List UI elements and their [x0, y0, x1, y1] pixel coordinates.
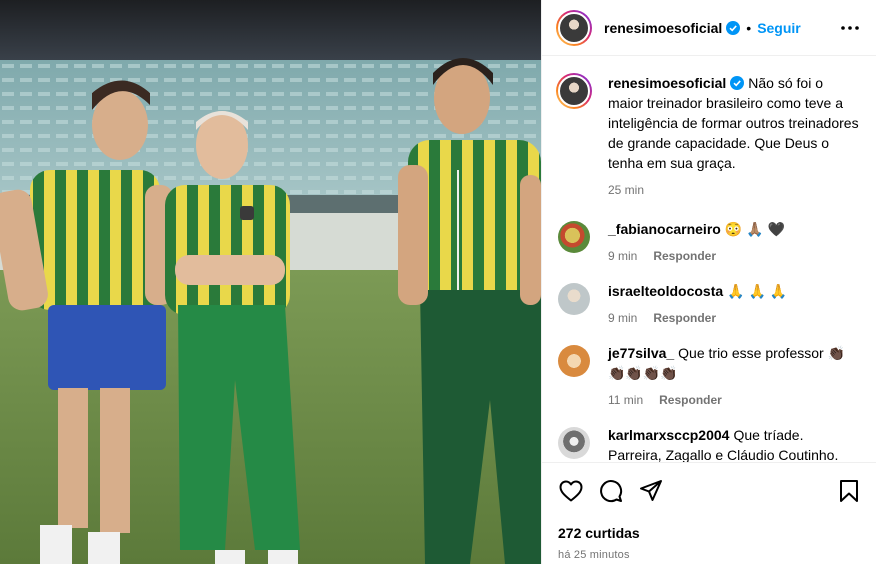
caption-time[interactable]: 25 min — [608, 183, 644, 197]
commenter-avatar[interactable] — [558, 283, 590, 315]
post-header: renesimoesoficial • Seguir — [542, 0, 876, 56]
follow-button[interactable]: Seguir — [757, 20, 801, 36]
author-avatar[interactable] — [556, 9, 592, 46]
post-timestamp[interactable]: há 25 minutos — [558, 549, 862, 561]
commenter-avatar[interactable] — [558, 221, 590, 253]
comment-icon[interactable] — [598, 478, 624, 504]
reply-button[interactable]: Responder — [653, 249, 716, 263]
post-caption: renesimoesoficial Não só foi o maior trei… — [556, 73, 860, 197]
comment-time[interactable]: 9 min — [608, 311, 637, 325]
comment-item: _fabianocarneiro 😳 🙏🏽 🖤 9 min Responder — [556, 219, 860, 263]
likes-count[interactable]: 272 curtidas — [558, 525, 862, 541]
post-photo-illustration — [0, 0, 541, 564]
comment-item: je77silva_ Que trio esse professor 👏🏿👏🏿👏🏿… — [556, 343, 860, 407]
comment-time[interactable]: 11 min — [608, 393, 643, 407]
reply-button[interactable]: Responder — [653, 311, 716, 325]
comment-time[interactable]: 9 min — [608, 249, 637, 263]
verified-badge-icon — [726, 20, 741, 35]
commenter-avatar[interactable] — [558, 427, 590, 459]
share-icon[interactable] — [638, 478, 664, 504]
comment-item: karlmarxsccp2004 Que tríade. Parreira, Za… — [556, 425, 860, 462]
caption-avatar[interactable] — [556, 73, 592, 109]
comment-username[interactable]: je77silva_ — [608, 345, 674, 361]
comment-text: 😳 🙏🏽 🖤 — [724, 221, 785, 237]
comment-username[interactable]: israelteoldocosta — [608, 283, 723, 299]
more-options-icon[interactable] — [838, 16, 862, 40]
post-actions: 272 curtidas há 25 minutos — [542, 462, 876, 561]
comment-username[interactable]: karlmarxsccp2004 — [608, 427, 729, 443]
comments-list[interactable]: renesimoesoficial Não só foi o maior trei… — [542, 57, 876, 462]
comment-username[interactable]: _fabianocarneiro — [608, 221, 721, 237]
comment-text: 🙏 🙏 🙏 — [727, 283, 788, 299]
post-side-panel: renesimoesoficial • Seguir renesimoesofi… — [541, 0, 876, 564]
caption-username[interactable]: renesimoesoficial — [608, 75, 726, 91]
reply-button[interactable]: Responder — [659, 393, 722, 407]
verified-badge-icon — [730, 76, 745, 90]
commenter-avatar[interactable] — [558, 345, 590, 377]
heart-icon[interactable] — [558, 478, 584, 504]
header-separator: • — [746, 19, 752, 36]
post-photo[interactable] — [0, 0, 541, 564]
comment-item: israelteoldocosta 🙏 🙏 🙏 9 min Responder — [556, 281, 860, 325]
author-username[interactable]: renesimoesoficial — [604, 20, 722, 36]
bookmark-icon[interactable] — [836, 478, 862, 504]
